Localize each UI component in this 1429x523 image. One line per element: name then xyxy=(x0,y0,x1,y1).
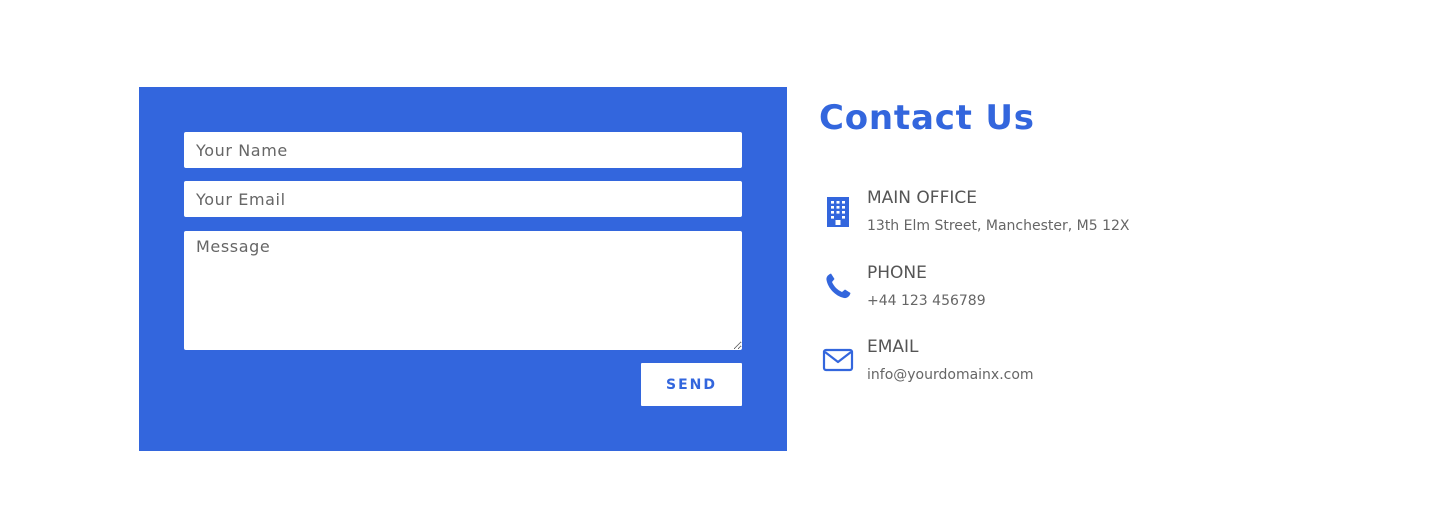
contact-item-phone: PHONE +44 123 456789 xyxy=(819,262,1239,310)
name-input[interactable] xyxy=(184,132,742,168)
email-label: EMAIL xyxy=(867,337,919,357)
envelope-icon xyxy=(822,344,854,376)
contact-item-office: MAIN OFFICE 13th Elm Street, Manchester,… xyxy=(819,187,1239,235)
send-button[interactable]: SEND xyxy=(641,363,742,406)
office-label: MAIN OFFICE xyxy=(867,188,977,208)
office-address: 13th Elm Street, Manchester, M5 12X xyxy=(867,218,1130,234)
contact-form-panel: SEND xyxy=(139,87,787,451)
phone-label: PHONE xyxy=(867,263,927,283)
building-icon xyxy=(822,195,854,227)
message-textarea[interactable] xyxy=(184,231,742,350)
phone-icon xyxy=(822,270,854,302)
email-address: info@yourdomainx.com xyxy=(867,367,1034,383)
contact-info: Contact Us MAIN OFFICE 13th Elm Street, … xyxy=(819,95,1239,383)
phone-number: +44 123 456789 xyxy=(867,293,986,309)
contact-title: Contact Us xyxy=(819,98,1035,138)
email-input[interactable] xyxy=(184,181,742,217)
contact-item-email: EMAIL info@yourdomainx.com xyxy=(819,336,1239,384)
